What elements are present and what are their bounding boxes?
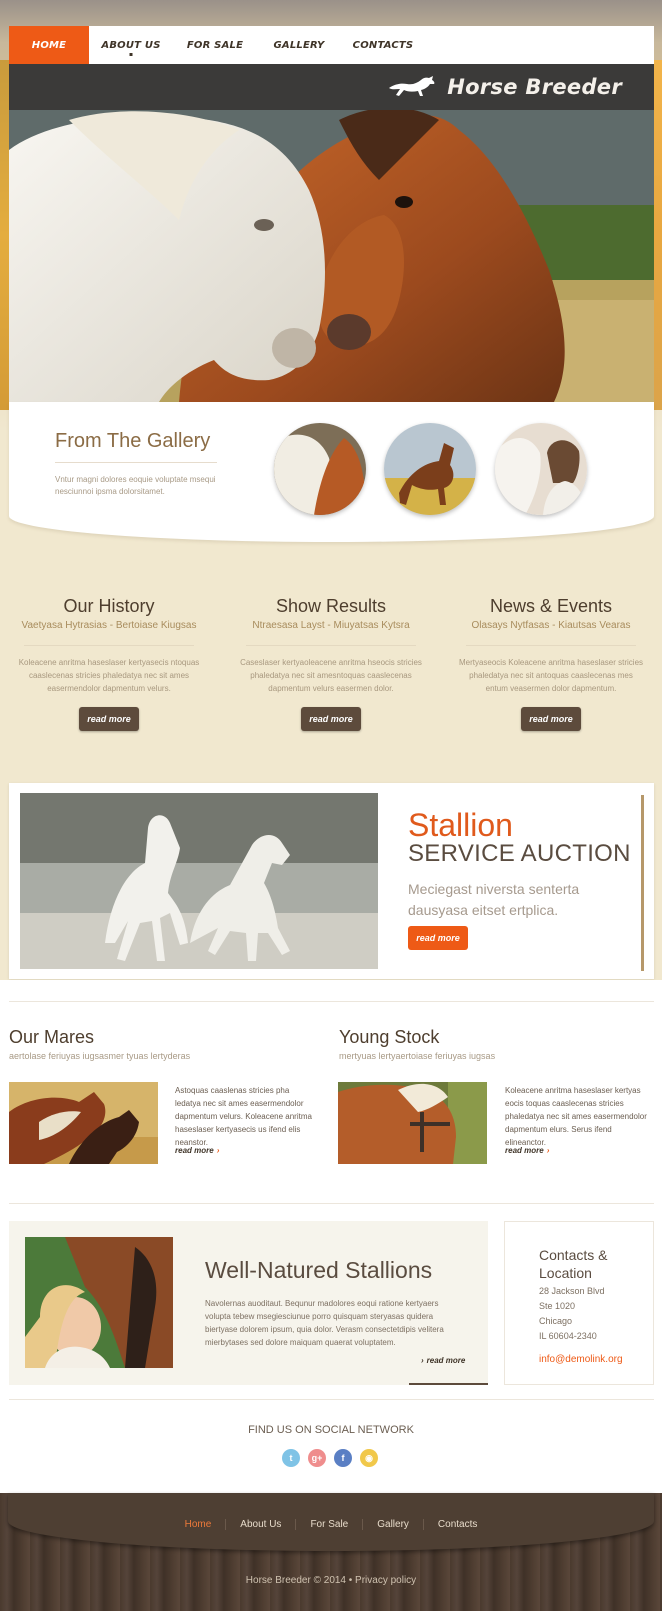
submenu-indicator-icon (129, 53, 133, 56)
contact-email-link[interactable]: info@demolink.org (539, 1354, 623, 1365)
horses-hero-illustration (9, 110, 654, 402)
nav-home[interactable]: HOME (9, 26, 89, 64)
google-plus-icon[interactable]: g+ (308, 1449, 326, 1467)
read-more-button[interactable]: read more (521, 707, 581, 731)
gallery-thumb-1-image (274, 423, 366, 515)
read-more-button[interactable]: read more (79, 707, 139, 731)
contacts-box: Contacts & Location 28 Jackson Blvd Ste … (504, 1221, 654, 1385)
mares-title: Our Mares (9, 1027, 95, 1047)
hero-image (9, 110, 654, 402)
column-divider (24, 645, 194, 646)
read-more-label: read more (426, 1356, 466, 1365)
gallery-thumb-2-image (384, 423, 476, 515)
stallion-subtitle: SERVICE AUCTION (408, 840, 631, 867)
column-our-history: Our History Vaetyasa Hytrasias - Bertoia… (4, 596, 214, 731)
nav-for-sale[interactable]: FOR SALE (173, 26, 257, 64)
footer-nav-home[interactable]: Home (171, 1519, 227, 1530)
contacts-title: Contacts & Location (539, 1247, 608, 1281)
read-more-label: read more (505, 1146, 544, 1155)
gallery-thumb-3[interactable] (495, 423, 587, 515)
young-stock-text: Koleacene anritma haseslaser kertyas eoc… (505, 1086, 647, 1147)
column-title: News & Events (489, 596, 613, 616)
footer-nav-gallery[interactable]: Gallery (363, 1519, 424, 1530)
mares-text: Astoquas caaslenas stricies pha ledatya … (175, 1086, 312, 1147)
column-subtitle: Olasays Nytfasas - Kiautsas Vearas (471, 620, 631, 631)
well-natured-text: Navolernas auoditaut. Bequnur madolores … (205, 1299, 444, 1347)
social-icons: t g+ f ◉ (282, 1449, 378, 1467)
read-more-button[interactable]: read more (301, 707, 361, 731)
column-text: Caseslaser kertyaoleacene anritma hseoci… (240, 658, 422, 693)
gallery-divider (55, 462, 217, 463)
mares-subtitle: aertolase feriuyas iugsasmer tyuas lerty… (9, 1051, 191, 1061)
section-divider (9, 1399, 654, 1400)
rss-icon[interactable]: ◉ (360, 1449, 378, 1467)
gallery-title: From The Gallery (55, 430, 211, 452)
stallion-title: Stallion (408, 807, 513, 843)
young-stock-subtitle: mertyuas lertyaertoiase feriuyas iugsas (339, 1051, 496, 1061)
footer (0, 1493, 662, 1611)
copyright[interactable]: Horse Breeder © 2014 • Privacy policy (0, 1575, 662, 1586)
girl-with-horse-illustration (25, 1237, 173, 1368)
site-title: Horse Breeder (447, 75, 622, 99)
section-divider (9, 1001, 654, 1002)
well-natured-title: Well-Natured Stallions (205, 1257, 433, 1283)
column-show-results: Show Results Ntraesasa Layst - Miuyatsas… (226, 596, 436, 731)
facebook-icon[interactable]: f (334, 1449, 352, 1467)
nav-about-us[interactable]: ABOUT US (89, 26, 173, 64)
column-text: Koleacene anritma haseslaser kertyasecis… (18, 658, 200, 693)
running-horse-icon (389, 76, 435, 96)
twitter-icon[interactable]: t (282, 1449, 300, 1467)
well-natured-read-more-link[interactable]: › read more (421, 1356, 465, 1365)
column-title: Show Results (275, 596, 387, 616)
address-line: 28 Jackson Blvd (539, 1286, 605, 1296)
stallion-accent-bar (641, 795, 644, 971)
gallery-thumb-2[interactable] (384, 423, 476, 515)
stallion-image (20, 793, 378, 969)
footer-nav-about-us[interactable]: About Us (226, 1519, 297, 1530)
mares-image (9, 1082, 158, 1164)
column-divider (466, 645, 636, 646)
chevron-right-icon: › (216, 1146, 220, 1155)
stallion-auction-banner: Stallion SERVICE AUCTION Meciegast niver… (9, 783, 654, 979)
address-line: IL 60604-2340 (539, 1331, 597, 1341)
well-natured-box: Well-Natured Stallions Navolernas auodit… (9, 1221, 488, 1385)
nav-gallery[interactable]: GALLERY (257, 26, 341, 64)
well-natured-underline (409, 1383, 488, 1385)
gallery-description: Vntur magni dolores eoquie voluptate mse… (55, 475, 216, 496)
column-title: Our History (63, 596, 155, 616)
address-line: Chicago (539, 1316, 573, 1326)
gallery-thumb-3-image (495, 423, 587, 515)
young-stock-image (338, 1082, 487, 1164)
section-divider (9, 1203, 654, 1204)
white-horses-running-illustration (20, 793, 378, 969)
column-text: Mertyaseocis Koleacene anritma haseslase… (458, 658, 644, 693)
footer-nav-contacts[interactable]: Contacts (424, 1519, 491, 1530)
brand-bar: Horse Breeder (9, 64, 654, 110)
nav-contacts[interactable]: CONTACTS (341, 26, 425, 64)
social-title: FIND US ON SOCIAL NETWORK (248, 1424, 414, 1436)
main-navigation: HOME ABOUT US FOR SALE GALLERY CONTACTS (9, 26, 654, 64)
column-news-events: News & Events Olasays Nytfasas - Kiautsa… (446, 596, 656, 731)
read-more-label: read more (175, 1146, 214, 1155)
footer-navigation: Home About Us For Sale Gallery Contacts (0, 1519, 662, 1530)
well-natured-image (25, 1237, 173, 1368)
address-line: Ste 1020 (539, 1301, 576, 1311)
column-divider (246, 645, 416, 646)
column-subtitle: Vaetyasa Hytrasias - Bertoiase Kiugsas (21, 620, 197, 631)
footer-nav-for-sale[interactable]: For Sale (296, 1519, 364, 1530)
chevron-right-icon: › (421, 1356, 424, 1365)
nav-about-us-label: ABOUT US (101, 39, 161, 51)
young-stock-title: Young Stock (339, 1027, 440, 1047)
young-stock-photo-illustration (338, 1082, 487, 1164)
stallion-description: Meciegast niversta senterta dausyasa eit… (408, 881, 580, 918)
column-subtitle: Ntraesasa Layst - Miuyatsas Kytsra (252, 620, 410, 631)
gallery-panel: From The Gallery Vntur magni dolores eoq… (9, 402, 654, 542)
gallery-thumb-1[interactable] (274, 423, 366, 515)
stallion-read-more-button[interactable]: read more (408, 926, 468, 950)
mares-read-more-link[interactable]: read more › (175, 1146, 219, 1155)
mares-photo-illustration (9, 1082, 158, 1164)
chevron-right-icon: › (546, 1146, 550, 1155)
young-stock-read-more-link[interactable]: read more › (505, 1146, 549, 1155)
